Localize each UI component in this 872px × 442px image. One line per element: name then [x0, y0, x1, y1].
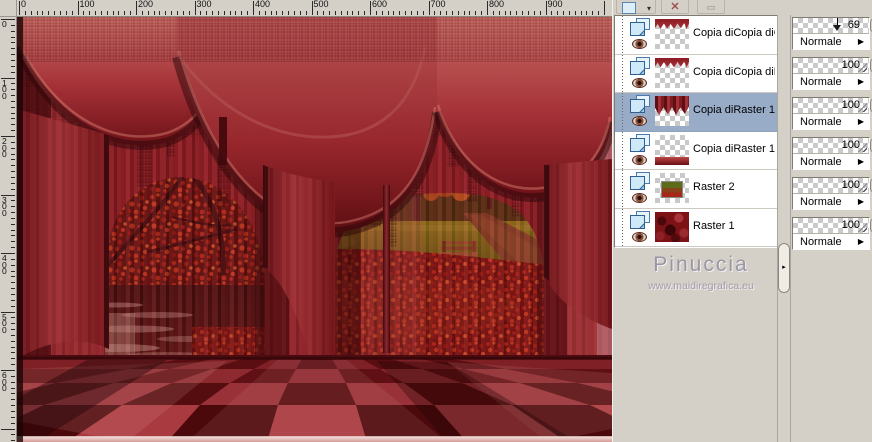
layer-opacity-slider[interactable]: 100 [793, 178, 869, 194]
layer-row[interactable]: Copia diRaster 1 [615, 131, 777, 170]
layer-blend-mode[interactable]: Normale ▶ [793, 194, 869, 210]
edit-selection-button[interactable]: ▭ [697, 0, 725, 14]
layer-opacity-value: 100 [841, 179, 860, 191]
layer-opacity-value: 100 [841, 139, 860, 151]
blend-mode-value: Normale [800, 76, 842, 88]
chevron-down-icon: ▾ [646, 4, 651, 13]
layer-name: Raster 1 [693, 219, 735, 232]
tree-line [622, 208, 623, 246]
blend-dropdown-arrow-icon[interactable]: ▶ [855, 115, 867, 128]
new-layer-icon [622, 2, 636, 14]
layer-opacity-value: 69 [847, 19, 860, 31]
visibility-eye-icon[interactable] [632, 154, 647, 165]
tree-line [622, 131, 623, 169]
blend-mode-value: Normale [800, 36, 842, 48]
ruler-corner [0, 0, 17, 17]
layer-row[interactable]: Raster 1 [615, 208, 777, 247]
layer-row[interactable]: Copia diCopia diCopi [615, 16, 777, 55]
layer-opacity-slider[interactable]: 100 [793, 98, 869, 114]
watermark: Pinuccia www.maidiregrafica.eu [613, 253, 789, 292]
layer-type-icon [630, 133, 651, 153]
layer-control-block: 100 Normale ▶ [792, 137, 872, 170]
layer-row[interactable]: Raster 2 [615, 170, 777, 209]
layer-blend-mode[interactable]: Normale ▶ [793, 74, 869, 90]
layers-palette: ▾ ✕ ▭ Copia diCopia di Copia diCopia di … [612, 0, 872, 442]
splitter-arrow-icon: ▸ [782, 264, 786, 271]
visibility-eye-icon[interactable] [632, 77, 647, 88]
watermark-url: www.maidiregrafica.eu [648, 280, 754, 292]
visibility-eye-icon[interactable] [632, 231, 647, 242]
app-window: { "rulers": { "horizontal_labels": ["0",… [0, 0, 872, 442]
layer-control-block: 69 Normale ▶ [792, 17, 872, 50]
layer-opacity-slider[interactable]: 100 [793, 58, 869, 74]
layer-name: Copia diCopia diRast [693, 65, 775, 78]
layer-type-icon [630, 172, 651, 191]
blend-mode-value: Normale [800, 236, 842, 248]
layer-type-icon [630, 210, 651, 230]
layer-blend-mode[interactable]: Normale ▶ [793, 114, 869, 130]
layer-blend-mode[interactable]: Normale ▶ [793, 234, 869, 250]
layer-thumbnail [655, 57, 689, 88]
layer-blend-mode[interactable]: Normale ▶ [793, 154, 869, 170]
layer-control-block: 100 Normale ▶ [792, 97, 872, 130]
blend-dropdown-arrow-icon[interactable]: ▶ [855, 155, 867, 168]
ruler-vertical: 0100200300400500600 [0, 17, 17, 442]
blend-mode-value: Normale [800, 156, 842, 168]
layer-row[interactable]: Copia diCopia diRast [615, 54, 777, 93]
ruler-horizontal: 0 100 200 300 400 500 600 700 800 900 [17, 0, 612, 17]
layer-list: Copia diCopia diCopi Copia diCopia diRas… [614, 15, 777, 248]
tree-line [622, 170, 623, 208]
tree-line [622, 93, 623, 131]
layer-blend-mode[interactable]: Normale ▶ [793, 34, 869, 50]
layer-name: Raster 2 [693, 181, 735, 193]
visibility-eye-icon[interactable] [632, 39, 647, 49]
layer-thumbnail [655, 134, 689, 165]
blend-dropdown-arrow-icon[interactable]: ▶ [855, 35, 867, 48]
delete-layer-button[interactable]: ✕ [661, 0, 689, 14]
layer-controls: 69 Normale ▶ 100 Normale ▶ 100 Normale ▶ [791, 0, 872, 442]
tree-line [622, 54, 623, 92]
visibility-eye-icon[interactable] [632, 116, 647, 126]
splitter-handle[interactable]: ▸ [778, 243, 790, 293]
layer-opacity-slider[interactable]: 100 [793, 138, 869, 154]
blend-dropdown-arrow-icon[interactable]: ▶ [855, 75, 867, 88]
layer-name: Copia diCopia diCopi [693, 27, 775, 39]
layer-thumbnail [655, 19, 689, 49]
layer-type-icon [630, 56, 651, 76]
blend-mode-value: Normale [800, 116, 842, 128]
opacity-slider-handle[interactable] [833, 18, 842, 32]
layer-control-block: 100 Normale ▶ [792, 57, 872, 90]
layer-opacity-slider[interactable]: 69 [793, 18, 869, 34]
layer-opacity-slider[interactable]: 100 [793, 218, 869, 234]
edit-selection-icon: ▭ [706, 2, 716, 12]
layer-control-block: 100 Normale ▶ [792, 217, 872, 250]
watermark-title: Pinuccia [653, 253, 749, 276]
tree-line [622, 16, 623, 54]
layer-control-block: 100 Normale ▶ [792, 177, 872, 210]
layer-type-icon [630, 95, 651, 114]
layer-type-icon [630, 18, 651, 37]
palette-splitter[interactable]: ▸ [777, 15, 791, 442]
blend-dropdown-arrow-icon[interactable]: ▶ [855, 235, 867, 248]
layer-thumbnail [655, 96, 689, 126]
layer-row[interactable]: Copia diRaster 1 [615, 93, 777, 132]
blend-dropdown-arrow-icon[interactable]: ▶ [855, 195, 867, 208]
visibility-eye-icon[interactable] [632, 193, 647, 203]
layer-name: Copia diRaster 1 [693, 104, 775, 116]
layer-thumbnail [655, 211, 689, 242]
layer-opacity-value: 100 [841, 59, 860, 71]
layer-name: Copia diRaster 1 [693, 142, 775, 155]
delete-icon: ✕ [670, 1, 680, 13]
blend-mode-value: Normale [800, 196, 842, 208]
layer-opacity-value: 100 [841, 219, 860, 231]
new-layer-button[interactable]: ▾ [616, 0, 656, 14]
canvas-image[interactable] [17, 17, 612, 442]
layer-opacity-value: 100 [841, 99, 860, 111]
layer-thumbnail [655, 173, 689, 203]
